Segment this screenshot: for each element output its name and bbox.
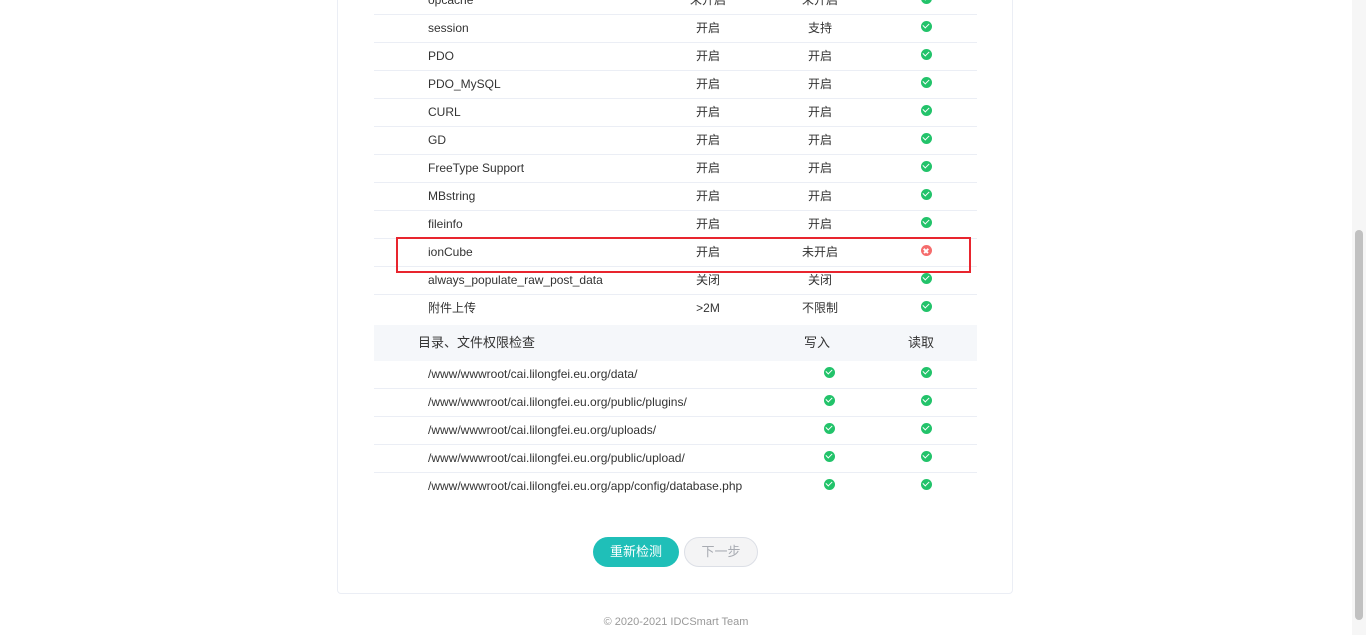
check-icon — [920, 76, 932, 88]
check-name: FreeType Support — [428, 161, 525, 175]
current-value: 开启 — [807, 77, 832, 91]
check-name: always_populate_raw_post_data — [428, 273, 603, 287]
page-scrollbar[interactable] — [1352, 0, 1366, 635]
table-row: /www/wwwroot/cai.lilongfei.eu.org/data/ — [374, 361, 977, 389]
write-check-icon — [823, 394, 835, 406]
check-name: CURL — [428, 105, 461, 119]
read-check-icon — [920, 450, 932, 462]
write-check-icon — [823, 478, 835, 490]
check-icon — [920, 20, 932, 32]
check-icon — [920, 272, 932, 284]
check-name: GD — [428, 133, 446, 147]
required-value: 开启 — [695, 21, 720, 35]
required-value: 开启 — [695, 217, 720, 231]
required-value: 未开启 — [689, 0, 726, 7]
table-row: PDO 开启 开启 — [374, 43, 977, 71]
check-name: PDO — [428, 49, 455, 63]
check-name: opcache — [428, 0, 474, 7]
dir-path: /www/wwwroot/cai.lilongfei.eu.org/public… — [428, 395, 687, 409]
check-icon — [920, 216, 932, 228]
table-row: /www/wwwroot/cai.lilongfei.eu.org/app/co… — [374, 473, 977, 501]
table-row: GD 开启 开启 — [374, 127, 977, 155]
current-value: 开启 — [807, 189, 832, 203]
next-step-button[interactable]: 下一步 — [684, 537, 758, 567]
check-icon — [920, 300, 932, 312]
required-value: 开启 — [695, 77, 720, 91]
current-value: 支持 — [807, 21, 832, 35]
read-check-icon — [920, 478, 932, 490]
recheck-button[interactable]: 重新检测 — [593, 537, 679, 567]
current-value: 开启 — [807, 133, 832, 147]
table-row-failed: ionCube 开启 未开启 — [374, 239, 977, 267]
table-row: MBstring 开启 开启 — [374, 183, 977, 211]
error-icon — [920, 244, 932, 256]
table-row: opcache 未开启 未开启 — [374, 0, 977, 15]
required-value: 开启 — [695, 189, 720, 203]
table-row: always_populate_raw_post_data 关闭 关闭 — [374, 267, 977, 295]
write-check-icon — [823, 450, 835, 462]
dir-permission-table: /www/wwwroot/cai.lilongfei.eu.org/data/ … — [374, 361, 977, 501]
check-name: MBstring — [428, 189, 476, 203]
check-name: session — [428, 21, 469, 35]
write-check-icon — [823, 366, 835, 378]
current-value: 开启 — [807, 217, 832, 231]
required-value: 开启 — [695, 105, 720, 119]
table-row: session 开启 支持 — [374, 15, 977, 43]
check-icon — [920, 48, 932, 60]
current-value: 未开启 — [801, 245, 838, 259]
dir-path: /www/wwwroot/cai.lilongfei.eu.org/public… — [428, 451, 685, 465]
dir-permission-header: 目录、文件权限检查 写入 读取 — [374, 325, 977, 361]
scrollbar-thumb[interactable] — [1355, 230, 1363, 620]
current-value: 关闭 — [807, 273, 832, 287]
read-column-label: 读取 — [908, 335, 935, 350]
table-row: FreeType Support 开启 开启 — [374, 155, 977, 183]
check-icon — [920, 104, 932, 116]
table-row: /www/wwwroot/cai.lilongfei.eu.org/public… — [374, 445, 977, 473]
environment-check-table: opcache 未开启 未开启 session 开启 支持 PDO 开启 开启 … — [374, 0, 977, 323]
dir-path: /www/wwwroot/cai.lilongfei.eu.org/app/co… — [428, 479, 743, 493]
required-value: >2M — [696, 301, 720, 315]
read-check-icon — [920, 394, 932, 406]
required-value: 关闭 — [695, 273, 720, 287]
table-row: fileinfo 开启 开启 — [374, 211, 977, 239]
current-value: 未开启 — [801, 0, 838, 7]
dir-path: /www/wwwroot/cai.lilongfei.eu.org/upload… — [428, 423, 657, 437]
read-check-icon — [920, 422, 932, 434]
check-name: PDO_MySQL — [428, 77, 501, 91]
table-row: 附件上传 >2M 不限制 — [374, 295, 977, 323]
read-check-icon — [920, 366, 932, 378]
required-value: 开启 — [695, 49, 720, 63]
table-row: CURL 开启 开启 — [374, 99, 977, 127]
check-icon — [920, 160, 932, 172]
current-value: 开启 — [807, 49, 832, 63]
copyright-footer: © 2020-2021 IDCSmart Team — [603, 616, 749, 628]
required-value: 开启 — [695, 245, 720, 259]
check-icon — [920, 0, 932, 4]
current-value: 开启 — [807, 105, 832, 119]
current-value: 开启 — [807, 161, 832, 175]
check-icon — [920, 132, 932, 144]
dir-path: /www/wwwroot/cai.lilongfei.eu.org/data/ — [428, 367, 638, 381]
check-name: fileinfo — [428, 217, 463, 231]
check-icon — [920, 188, 932, 200]
check-name: ionCube — [428, 245, 473, 259]
write-column-label: 写入 — [804, 335, 831, 350]
required-value: 开启 — [695, 161, 720, 175]
check-name: 附件上传 — [428, 301, 477, 315]
table-row: /www/wwwroot/cai.lilongfei.eu.org/public… — [374, 389, 977, 417]
table-row: PDO_MySQL 开启 开启 — [374, 71, 977, 99]
install-page: opcache 未开启 未开启 session 开启 支持 PDO 开启 开启 … — [0, 0, 1366, 635]
current-value: 不限制 — [801, 301, 838, 315]
table-row: /www/wwwroot/cai.lilongfei.eu.org/upload… — [374, 417, 977, 445]
required-value: 开启 — [695, 133, 720, 147]
write-check-icon — [823, 422, 835, 434]
dir-section-title: 目录、文件权限检查 — [418, 335, 536, 350]
